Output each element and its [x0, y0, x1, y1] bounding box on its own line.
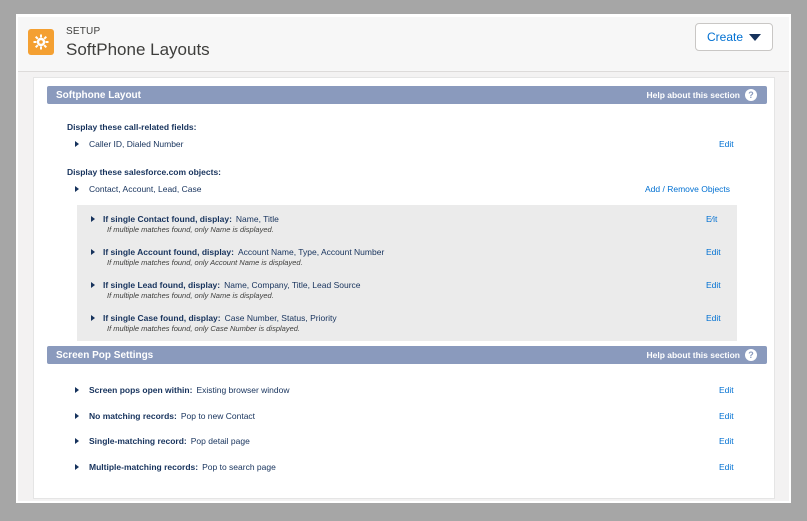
object-display-value: Name, Company, Title, Lead Source	[224, 280, 361, 290]
screen-pop-edit-link[interactable]: Edit	[719, 411, 734, 421]
help-label: Help about this section	[646, 90, 740, 100]
object-display-label: If single Lead found, display:	[103, 280, 221, 290]
help-link[interactable]: Help about this section ?	[646, 89, 757, 101]
object-display-box: If single Contact found, display: Name, …	[77, 205, 737, 341]
help-link[interactable]: Help about this section ?	[646, 349, 757, 361]
object-display-label: If single Case found, display:	[103, 313, 221, 323]
object-display-item[interactable]: If single Contact found, display: Name, …	[77, 214, 279, 234]
setup-eyebrow: SETUP	[66, 26, 101, 37]
section-title: Screen Pop Settings	[56, 349, 154, 361]
triangle-right-icon	[75, 186, 79, 192]
object-display-item[interactable]: If single Case found, display: Case Numb…	[77, 313, 337, 333]
page-header: SETUP SoftPhone Layouts Create	[18, 17, 789, 72]
call-fields-row[interactable]: Caller ID, Dialed Number	[75, 139, 183, 149]
object-display-label: If single Account found, display:	[103, 247, 234, 257]
screen-pop-edit-link[interactable]: Edit	[719, 436, 734, 446]
screen-pop-label: Screen pops open within:	[89, 385, 193, 395]
create-button[interactable]: Create	[695, 23, 773, 51]
caret-down-icon	[749, 33, 762, 41]
section-title: Softphone Layout	[56, 89, 141, 101]
screen-pop-value: Pop to new Contact	[180, 411, 256, 421]
triangle-right-icon	[75, 413, 79, 419]
object-display-item[interactable]: If single Lead found, display: Name, Com…	[77, 280, 361, 300]
triangle-right-icon	[75, 141, 79, 147]
window-frame: SETUP SoftPhone Layouts Create Softphone…	[16, 14, 791, 503]
screen-pop-value: Pop detail page	[190, 436, 250, 446]
objects-value: Contact, Account, Lead, Case	[89, 184, 202, 194]
section-header-softphone-layout: Softphone Layout Help about this section…	[47, 86, 767, 104]
screen-pop-row[interactable]: Multiple-matching records: Pop to search…	[75, 462, 276, 472]
screen-pop-row[interactable]: Single-matching record: Pop detail page	[75, 436, 250, 446]
page-title: SoftPhone Layouts	[66, 40, 210, 59]
screen-pop-edit-link[interactable]: Edit	[719, 385, 734, 395]
object-display-label: If single Contact found, display:	[103, 214, 232, 224]
triangle-right-icon	[75, 438, 79, 444]
triangle-right-icon	[91, 282, 95, 288]
triangle-right-icon	[91, 216, 95, 222]
question-circle-icon: ?	[745, 89, 757, 101]
screen-pop-edit-link[interactable]: Edit	[719, 462, 734, 472]
object-display-note: If multiple matches found, only Account …	[107, 258, 303, 267]
page: SETUP SoftPhone Layouts Create Softphone…	[18, 17, 789, 501]
screen-pop-value: Existing browser window	[196, 385, 290, 395]
create-label: Create	[706, 30, 744, 44]
content-card: Softphone Layout Help about this section…	[33, 77, 775, 499]
object-display-value: Case Number, Status, Priority	[224, 313, 337, 323]
object-display-value: Account Name, Type, Account Number	[237, 247, 385, 257]
object-display-value: Name, Title	[235, 214, 279, 224]
section-header-screen-pop-settings: Screen Pop Settings Help about this sect…	[47, 346, 767, 364]
help-label: Help about this section	[646, 350, 740, 360]
call-fields-heading: Display these call-related fields:	[67, 122, 197, 132]
call-fields-value: Caller ID, Dialed Number	[89, 139, 184, 149]
screen-pop-label: Multiple-matching records:	[89, 462, 199, 472]
screen-pop-row[interactable]: Screen pops open within: Existing browse…	[75, 385, 290, 395]
object-display-edit-link[interactable]: Edit	[706, 247, 721, 257]
screen-pop-row[interactable]: No matching records: Pop to new Contact	[75, 411, 255, 421]
objects-row[interactable]: Contact, Account, Lead, Case	[75, 184, 201, 194]
question-circle-icon: ?	[745, 349, 757, 361]
object-display-edit-link[interactable]: Edit	[706, 313, 721, 323]
screen-pop-label: Single-matching record:	[89, 436, 187, 446]
object-display-note: If multiple matches found, only Case Num…	[107, 324, 301, 333]
triangle-right-icon	[91, 315, 95, 321]
call-fields-edit-link[interactable]: Edit	[719, 139, 734, 149]
screen-pop-value: Pop to search page	[202, 462, 276, 472]
object-display-note: If multiple matches found, only Name is …	[107, 291, 274, 300]
gear-icon	[28, 29, 54, 55]
object-display-edit-link[interactable]: E⁄it	[706, 214, 717, 224]
object-display-edit-link[interactable]: Edit	[706, 280, 721, 290]
triangle-right-icon	[75, 464, 79, 470]
objects-heading: Display these salesforce.com objects:	[67, 167, 222, 177]
screen-pop-label: No matching records:	[89, 411, 177, 421]
object-display-item[interactable]: If single Account found, display: Accoun…	[77, 247, 384, 267]
triangle-right-icon	[91, 249, 95, 255]
triangle-right-icon	[75, 387, 79, 393]
add-remove-objects-link[interactable]: Add / Remove Objects	[645, 184, 730, 194]
object-display-note: If multiple matches found, only Name is …	[107, 225, 274, 234]
